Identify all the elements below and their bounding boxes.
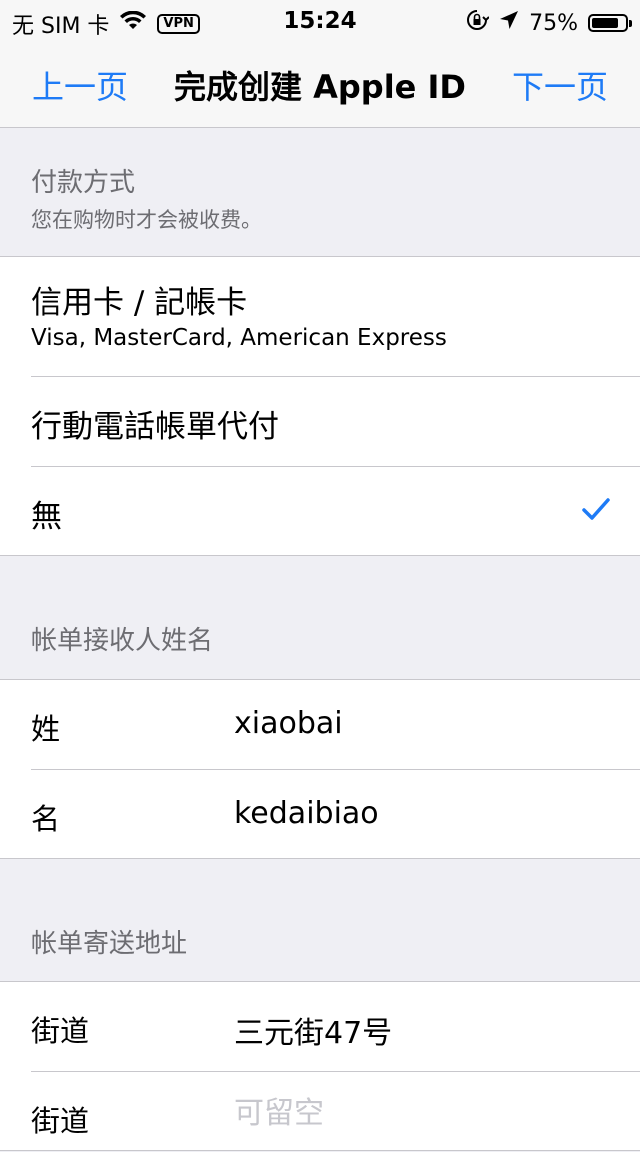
payment-option-none-title: 無 [31,499,62,535]
billing-address-header: 帐单寄送地址 [31,929,188,959]
billing-address-section-header: 帐单寄送地址 [0,859,640,981]
payment-options-group: 信用卡 / 記帳卡 Visa, MasterCard, American Exp… [0,256,640,556]
payment-option-mobile[interactable]: 行動電話帳單代付 [0,377,640,467]
first-name-label: 名 [31,802,61,836]
payment-option-card-subtitle: Visa, MasterCard, American Express [31,325,447,351]
last-name-field[interactable]: xiaobai [234,706,343,741]
payment-header: 付款方式 [31,168,136,198]
street-row-2[interactable]: 街道 [0,1072,640,1152]
navigation-bar: 上一页 完成创建 Apple ID 下一页 [0,40,640,128]
billing-address-group: 街道 三元街47号 街道 [0,981,640,1151]
street-field-2[interactable] [234,1096,614,1131]
payment-option-mobile-title: 行動電話帳單代付 [31,409,279,445]
street-label-2: 街道 [31,1104,90,1138]
street-label-1: 街道 [31,1014,90,1048]
first-name-row[interactable]: 名 kedaibiao [0,770,640,858]
billing-name-header: 帐单接收人姓名 [31,626,214,656]
status-bar: 无 SIM 卡 VPN 15:24 75% [0,0,640,40]
battery-percentage: 75% [529,10,578,36]
street-row-1[interactable]: 街道 三元街47号 [0,982,640,1072]
payment-option-card[interactable]: 信用卡 / 記帳卡 Visa, MasterCard, American Exp… [0,257,640,377]
next-button[interactable]: 下一页 [512,62,608,108]
last-name-row[interactable]: 姓 xiaobai [0,680,640,770]
rotation-lock-icon [465,8,490,38]
battery-icon [588,14,632,32]
status-right: 75% [465,8,632,38]
payment-section-header: 付款方式 您在购物时才会被收费。 [0,128,640,256]
checkmark-icon [582,497,610,525]
location-arrow-icon [499,10,519,36]
payment-option-none[interactable]: 無 [0,467,640,555]
payment-subheader: 您在购物时才会被收费。 [31,208,262,232]
street-field-1[interactable]: 三元街47号 [234,1008,392,1052]
first-name-field[interactable]: kedaibiao [234,796,379,831]
billing-name-section-header: 帐单接收人姓名 [0,556,640,679]
billing-name-group: 姓 xiaobai 名 kedaibiao [0,679,640,859]
payment-option-card-title: 信用卡 / 記帳卡 [31,285,248,321]
last-name-label: 姓 [31,712,61,746]
